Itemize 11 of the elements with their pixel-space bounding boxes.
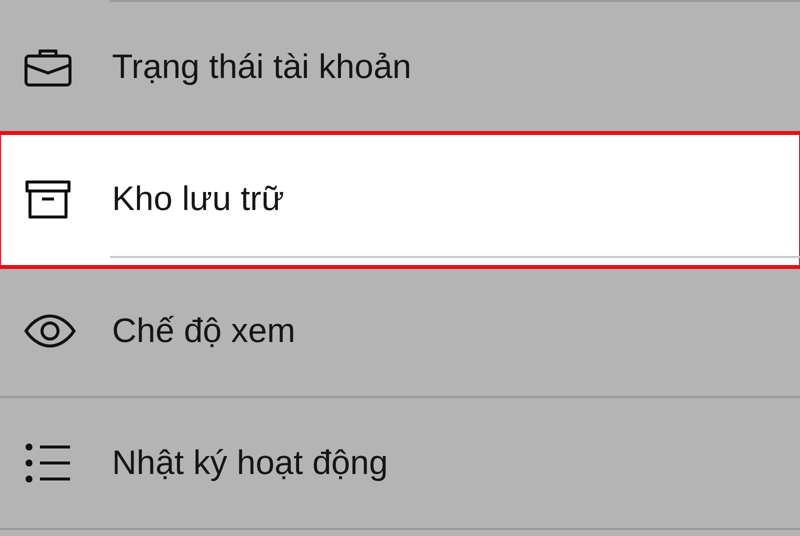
menu-label: Chế độ xem [112,312,296,350]
menu-label: Kho lưu trữ [112,180,284,218]
eye-icon [24,314,76,348]
menu-item[interactable]: Nhật ký hoạt động [0,398,800,530]
menu-item[interactable]: Chế độ xem [0,266,800,398]
list-icon [24,441,72,485]
menu-item[interactable]: Kho lưu trữ [0,134,800,266]
menu-label: Trạng thái tài khoản [112,48,412,86]
briefcase-icon [24,47,72,87]
archive-box-icon [24,179,72,219]
menu-label: Nhật ký hoạt động [112,444,388,482]
